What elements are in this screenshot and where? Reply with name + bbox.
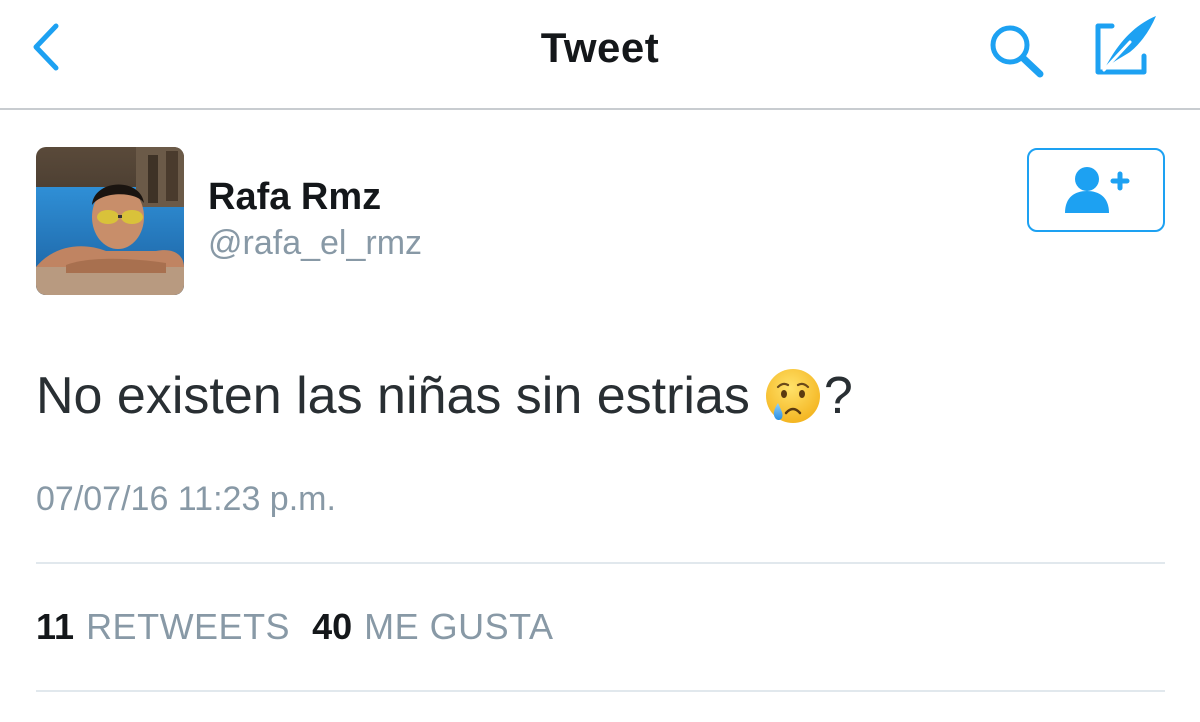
add-user-icon [1065,167,1130,213]
tweet-text-body: No existen las niñas sin estrias [36,367,750,425]
search-icon [990,25,1044,78]
follow-button[interactable] [1027,148,1165,232]
compose-button[interactable] [1086,12,1162,80]
tweet-timestamp: 07/07/16 11:23 p.m. [36,480,336,518]
retweets-label: RETWEETS [86,606,291,647]
divider [36,562,1165,564]
crying-face-emoji [764,367,822,425]
navigation-bar: Tweet [0,0,1200,110]
tweet-text: No existen las niñas sin estrias ? [36,366,853,426]
compose-tweet-icon [1095,16,1156,75]
avatar[interactable] [36,147,184,295]
author-handle[interactable]: @rafa_el_rmz [208,224,422,263]
likes-count: 40 [312,606,353,647]
retweets-count: 11 [36,606,75,647]
likes-label: ME GUSTA [364,606,554,647]
likes-stat[interactable]: 40 ME GUSTA [312,606,553,648]
tweet-stats: 11 RETWEETS 40 ME GUSTA [36,606,553,648]
retweets-stat[interactable]: 11 RETWEETS [36,606,290,648]
author-name[interactable]: Rafa Rmz [208,176,381,219]
tweet-text-suffix: ? [823,367,853,425]
avatar-photo [36,147,184,295]
search-button[interactable] [982,18,1052,82]
divider [36,690,1165,692]
